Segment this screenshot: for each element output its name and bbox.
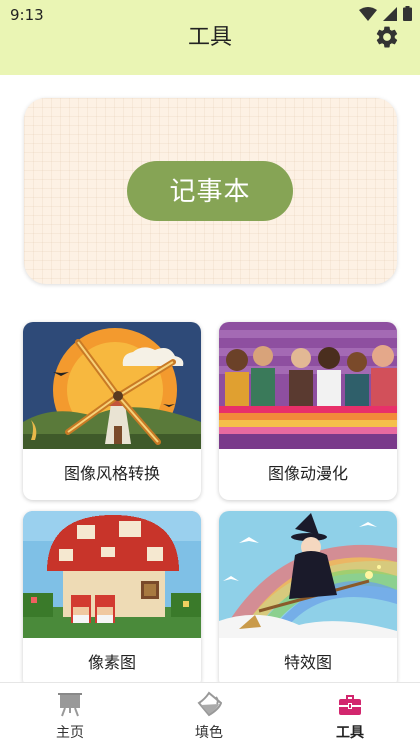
status-icons (359, 6, 412, 21)
tool-card-anime[interactable]: 图像动漫化 (219, 322, 397, 500)
witch-illustration (219, 511, 397, 638)
bottom-navigation: 主页 填色 工具 (0, 682, 420, 746)
status-time: 9:13 (10, 6, 44, 24)
notepad-card: 记事本 (24, 98, 397, 284)
windmill-illustration (23, 322, 201, 449)
nav-item-tools[interactable]: 工具 (300, 683, 400, 746)
battery-icon (403, 6, 412, 21)
nav-label: 工具 (336, 725, 364, 741)
signal-icon (383, 6, 397, 21)
nav-label: 填色 (195, 725, 223, 741)
tool-card-effects[interactable]: 特效图 (219, 511, 397, 689)
tool-card-style-transfer[interactable]: 图像风格转换 (23, 322, 201, 500)
status-bar: 9:13 (0, 0, 420, 28)
page-title: 工具 (187, 25, 232, 50)
tool-label: 特效图 (283, 653, 332, 672)
tool-label: 图像动漫化 (267, 464, 348, 483)
app-bar: 工具 (0, 25, 420, 75)
tool-label: 图像风格转换 (63, 464, 160, 483)
settings-gear-icon[interactable] (374, 24, 400, 50)
tool-label: 像素图 (87, 653, 136, 672)
group-people-illustration (219, 322, 397, 449)
notepad-button[interactable]: 记事本 (127, 161, 293, 221)
tool-card-pixel[interactable]: 像素图 (23, 511, 201, 689)
nav-item-coloring[interactable]: 填色 (159, 683, 259, 746)
paint-bucket-icon (197, 691, 222, 717)
toolbox-icon (339, 695, 361, 715)
mushroom-house-illustration (23, 511, 201, 638)
easel-icon (58, 693, 82, 717)
nav-label: 主页 (56, 725, 84, 741)
wifi-icon (359, 6, 377, 21)
nav-item-home[interactable]: 主页 (20, 683, 120, 746)
